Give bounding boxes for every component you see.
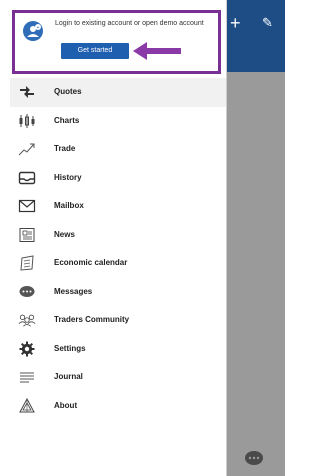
news-icon bbox=[18, 227, 36, 243]
menu-item-quotes[interactable]: Quotes bbox=[10, 78, 226, 107]
messages-icon bbox=[18, 284, 36, 300]
login-banner: + Login to existing account or open demo… bbox=[12, 10, 221, 74]
menu-item-journal[interactable]: Journal bbox=[10, 363, 226, 392]
menu-item-settings[interactable]: Settings bbox=[10, 335, 226, 364]
add-icon[interactable]: + bbox=[230, 14, 241, 32]
menu-item-mailbox[interactable]: Mailbox bbox=[10, 192, 226, 221]
settings-icon bbox=[18, 341, 36, 357]
menu-item-trade[interactable]: Trade bbox=[10, 135, 226, 164]
get-started-button[interactable]: Get started bbox=[61, 43, 129, 59]
drawer-menu: Quotes Charts Trade History Mailbox News… bbox=[10, 78, 226, 420]
menu-item-charts[interactable]: Charts bbox=[10, 107, 226, 136]
user-icon: + bbox=[27, 24, 41, 37]
journal-icon bbox=[18, 369, 36, 385]
login-message: Login to existing account or open demo a… bbox=[55, 20, 204, 27]
svg-text:+: + bbox=[37, 25, 40, 31]
history-icon bbox=[18, 170, 36, 186]
trade-icon bbox=[18, 141, 36, 157]
edit-icon[interactable]: ✎ bbox=[262, 14, 273, 32]
menu-item-news[interactable]: News bbox=[10, 221, 226, 250]
menu-item-history[interactable]: History bbox=[10, 164, 226, 193]
mailbox-icon bbox=[18, 198, 36, 214]
menu-item-about[interactable]: About bbox=[10, 392, 226, 421]
quotes-icon bbox=[18, 84, 36, 100]
navigation-drawer: + Login to existing account or open demo… bbox=[0, 0, 227, 476]
avatar: + bbox=[23, 21, 43, 41]
chat-icon[interactable] bbox=[242, 449, 266, 469]
arrow-pointer-icon bbox=[133, 42, 181, 60]
menu-item-economic-calendar[interactable]: Economic calendar bbox=[10, 249, 226, 278]
economic-calendar-icon bbox=[18, 255, 36, 271]
traders-community-icon bbox=[18, 312, 36, 328]
about-icon bbox=[18, 397, 36, 414]
charts-icon bbox=[18, 113, 36, 129]
menu-item-traders-community[interactable]: Traders Community bbox=[10, 306, 226, 335]
menu-item-messages[interactable]: Messages bbox=[10, 278, 226, 307]
